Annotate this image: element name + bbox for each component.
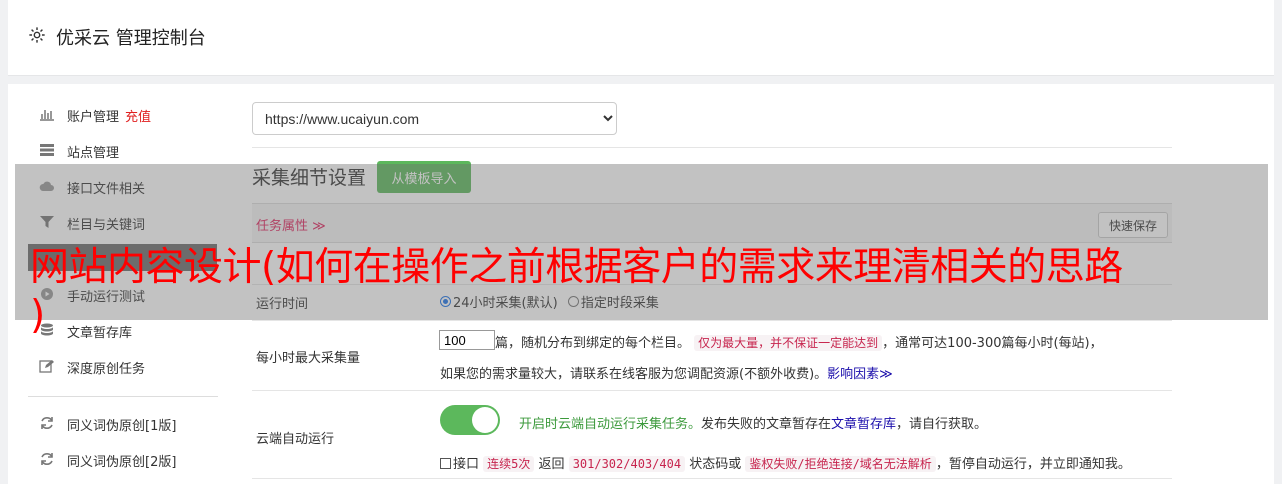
server-icon: [38, 143, 56, 159]
cloud-run-toggle[interactable]: [440, 405, 500, 435]
max-per-hour-desc2: 如果您的需求量较大，请联系在线客服为您调配资源(不额外收费)。影响因素≫: [440, 363, 893, 382]
row-divider: [252, 390, 1172, 391]
sidebar-item-label: 站点管理: [67, 145, 120, 161]
desc-text: 状态码或: [689, 457, 742, 472]
code-text: 301/302/403/404: [568, 456, 686, 472]
cloud-run-desc: 开启时云端自动运行采集任务。发布失败的文章暂存在文章暂存库，请自行获取。: [519, 413, 987, 432]
gear-icon: [29, 27, 45, 43]
recharge-link[interactable]: 充值: [125, 106, 151, 125]
sidebar-divider: [28, 396, 218, 397]
refresh-icon: [38, 452, 56, 468]
sidebar-item-sites[interactable]: 站点管理: [38, 140, 119, 162]
cloud-run-notify: 接口 连续5次 返回 301/302/403/404 状态码或 鉴权失败/拒绝连…: [440, 453, 1131, 472]
sidebar-item-synonym-v1[interactable]: 同义词伪原创[1版]: [38, 413, 176, 435]
sidebar-item-synonym-v2[interactable]: 同义词伪原创[2版]: [38, 449, 176, 471]
code-text: 连续5次: [483, 456, 535, 472]
cloud-run-label: 云端自动运行: [256, 432, 335, 447]
desc-text: ，请自行获取。: [896, 417, 988, 432]
desc-text: 返回: [538, 457, 565, 472]
sidebar-item-label: 同义词伪原创[1版]: [67, 418, 177, 434]
desc-text: ，暂停自动运行，并立即通知我。: [935, 457, 1131, 472]
sidebar-item-account[interactable]: 账户管理 充值: [38, 104, 151, 126]
refresh-icon: [38, 416, 56, 432]
factors-link[interactable]: 影响因素≫: [827, 367, 893, 382]
cloud-run-green-text: 开启时云端自动运行采集任务。: [519, 417, 702, 432]
sidebar-item-label: 同义词伪原创[2版]: [67, 454, 177, 470]
row-divider: [252, 478, 1172, 479]
top-header: 优采云 管理控制台: [8, 0, 1274, 76]
desc-text: 如果您的需求量较大，请联系在线客服为您调配资源(不额外收费)。: [440, 367, 828, 382]
max-per-hour-label: 每小时最大采集量: [256, 351, 361, 366]
code-text: 鉴权失败/拒绝连接/域名无法解析: [745, 456, 936, 472]
sidebar-item-label: 账户管理: [67, 109, 120, 125]
site-select[interactable]: https://www.ucaiyun.com: [252, 102, 617, 135]
watermark-line: 网站内容设计(如何在操作之前根据客户的需求来理清相关的思路: [30, 245, 1123, 290]
sidebar-item-deep-original[interactable]: 深度原创任务: [38, 356, 145, 378]
bar-chart-icon: [38, 107, 56, 123]
divider: [252, 147, 1172, 148]
page-title: 优采云 管理控制台: [56, 28, 206, 49]
edit-icon: [38, 359, 56, 375]
notify-checkbox[interactable]: [440, 458, 451, 469]
chk-label: 接口: [453, 457, 480, 472]
watermark-text: 网站内容设计(如何在操作之前根据客户的需求来理清相关的思路 ): [30, 244, 1123, 340]
article-store-link[interactable]: 文章暂存库: [831, 417, 896, 432]
watermark-line: ): [30, 293, 45, 338]
sidebar-item-label: 深度原创任务: [67, 361, 146, 377]
desc-text: 发布失败的文章暂存在: [701, 417, 832, 432]
